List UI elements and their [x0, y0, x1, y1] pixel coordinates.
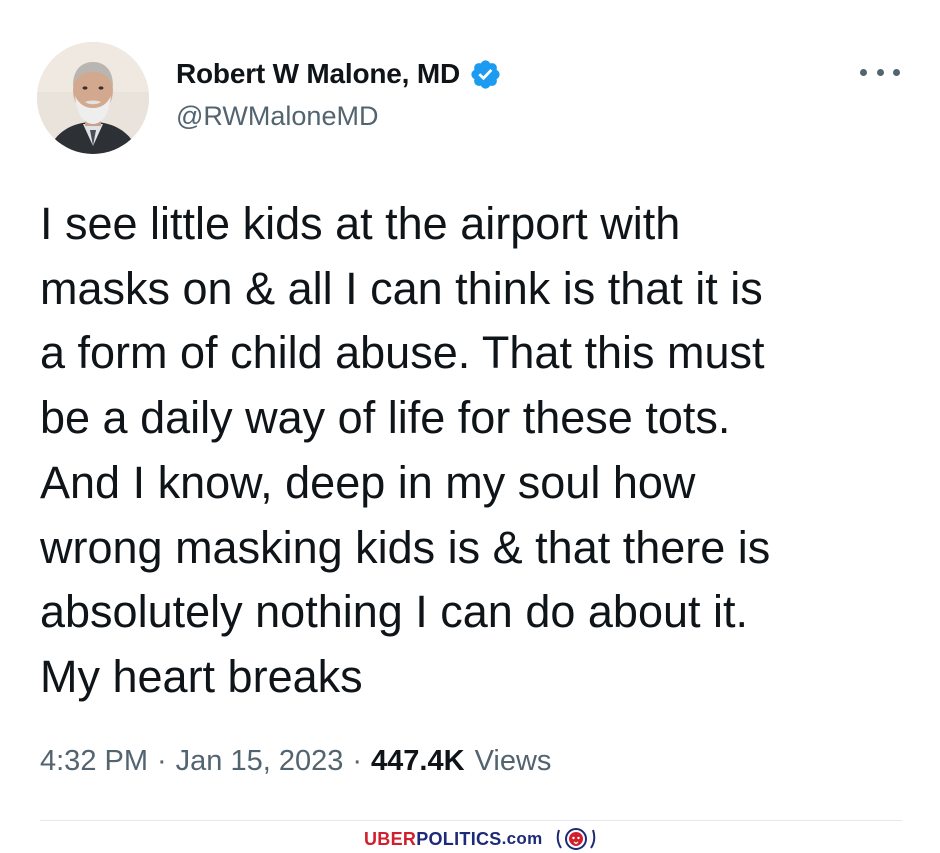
- author-display-name[interactable]: Robert W Malone, MD: [176, 58, 460, 90]
- tweet-line: My heart breaks: [40, 650, 363, 702]
- tweet-text: I see little kids at the airport with ma…: [40, 192, 920, 710]
- tweet-meta: 4:32 PM · Jan 15, 2023 · 447.4K Views: [40, 741, 551, 781]
- verified-badge-icon: [471, 59, 500, 89]
- watermark-dotcom: .com: [501, 829, 543, 848]
- author-row: Robert W Malone, MD: [176, 56, 502, 92]
- meta-separator: ·: [352, 744, 363, 777]
- more-dots-icon: [876, 68, 884, 76]
- more-options-button[interactable]: [860, 62, 900, 82]
- watermark-uber: UBER: [364, 828, 417, 849]
- avatar[interactable]: [37, 42, 149, 154]
- tweet-screenshot: Robert W Malone, MD @RWMaloneMD I see li…: [0, 0, 940, 853]
- more-dots-icon: [860, 68, 867, 76]
- tweet-time[interactable]: 4:32 PM: [40, 745, 148, 778]
- views-label: Views: [474, 744, 552, 777]
- avatar-image: [37, 42, 149, 154]
- watermark: UBER POLITICS .com: [364, 826, 597, 852]
- more-dots-icon: [893, 68, 900, 76]
- views-count[interactable]: 447.4K: [371, 745, 465, 778]
- tweet-line: absolutely nothing I can do about it.: [40, 586, 749, 638]
- tweet-line: a form of child abuse. That this must: [40, 327, 765, 379]
- tweet-date[interactable]: Jan 15, 2023: [176, 745, 344, 778]
- tweet-line: I see little kids at the airport with: [40, 198, 681, 249]
- tweet-line: be a daily way of life for these tots.: [40, 392, 731, 444]
- author-handle[interactable]: @RWMaloneMD: [176, 101, 378, 132]
- divider: [40, 820, 902, 821]
- tweet-line: And I know, deep in my soul how: [40, 456, 696, 508]
- lion-crest-logo-icon: [556, 828, 595, 850]
- watermark-politics: POLITICS: [416, 828, 502, 849]
- tweet-line: masks on & all I can think is that it is: [40, 262, 763, 314]
- meta-separator: ·: [157, 744, 167, 777]
- tweet-line: wrong masking kids is & that there is: [40, 521, 771, 573]
